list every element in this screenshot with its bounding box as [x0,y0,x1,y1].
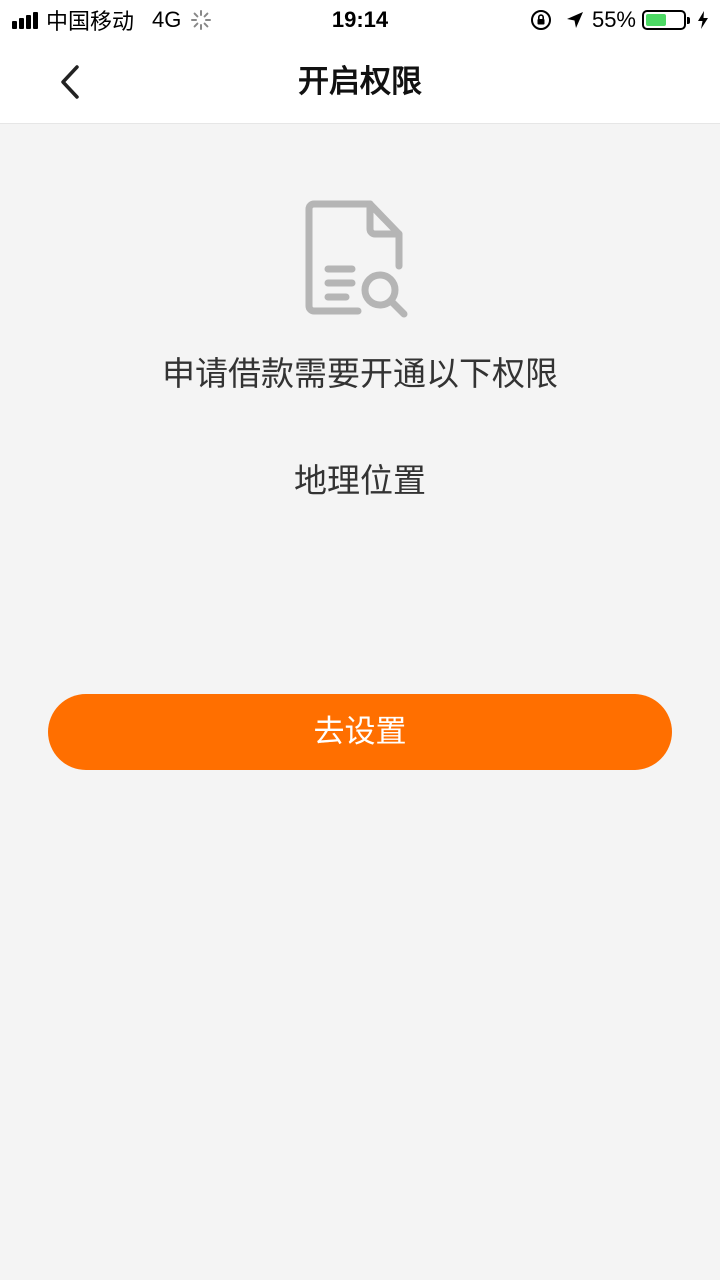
signal-icon [12,11,40,29]
battery-percent: 55% [591,7,636,32]
battery-icon [642,10,690,30]
location-arrow-icon [566,12,583,28]
nav-bar: 开启权限 [0,40,720,124]
charging-bolt-icon [698,11,708,29]
status-bar: 中国移动 4G 19:14 55% [0,0,720,40]
battery-fill [646,14,666,26]
permission-item-location: 地理位置 [294,461,426,500]
carrier-name: 中国移动 [46,9,135,34]
rotation-lock-icon [530,10,551,30]
go-to-settings-button[interactable]: 去设置 [48,694,672,770]
permission-headline: 申请借款需要开通以下权限 [162,354,558,393]
network-type: 4G [152,7,182,32]
chevron-left-icon [61,65,79,99]
page-title: 开启权限 [298,64,422,100]
loading-spinner-icon [191,10,212,30]
status-right: 55% [530,7,710,33]
status-left: 中国移动 4G [12,7,212,34]
document-search-icon [305,200,408,318]
back-button[interactable] [40,54,100,110]
